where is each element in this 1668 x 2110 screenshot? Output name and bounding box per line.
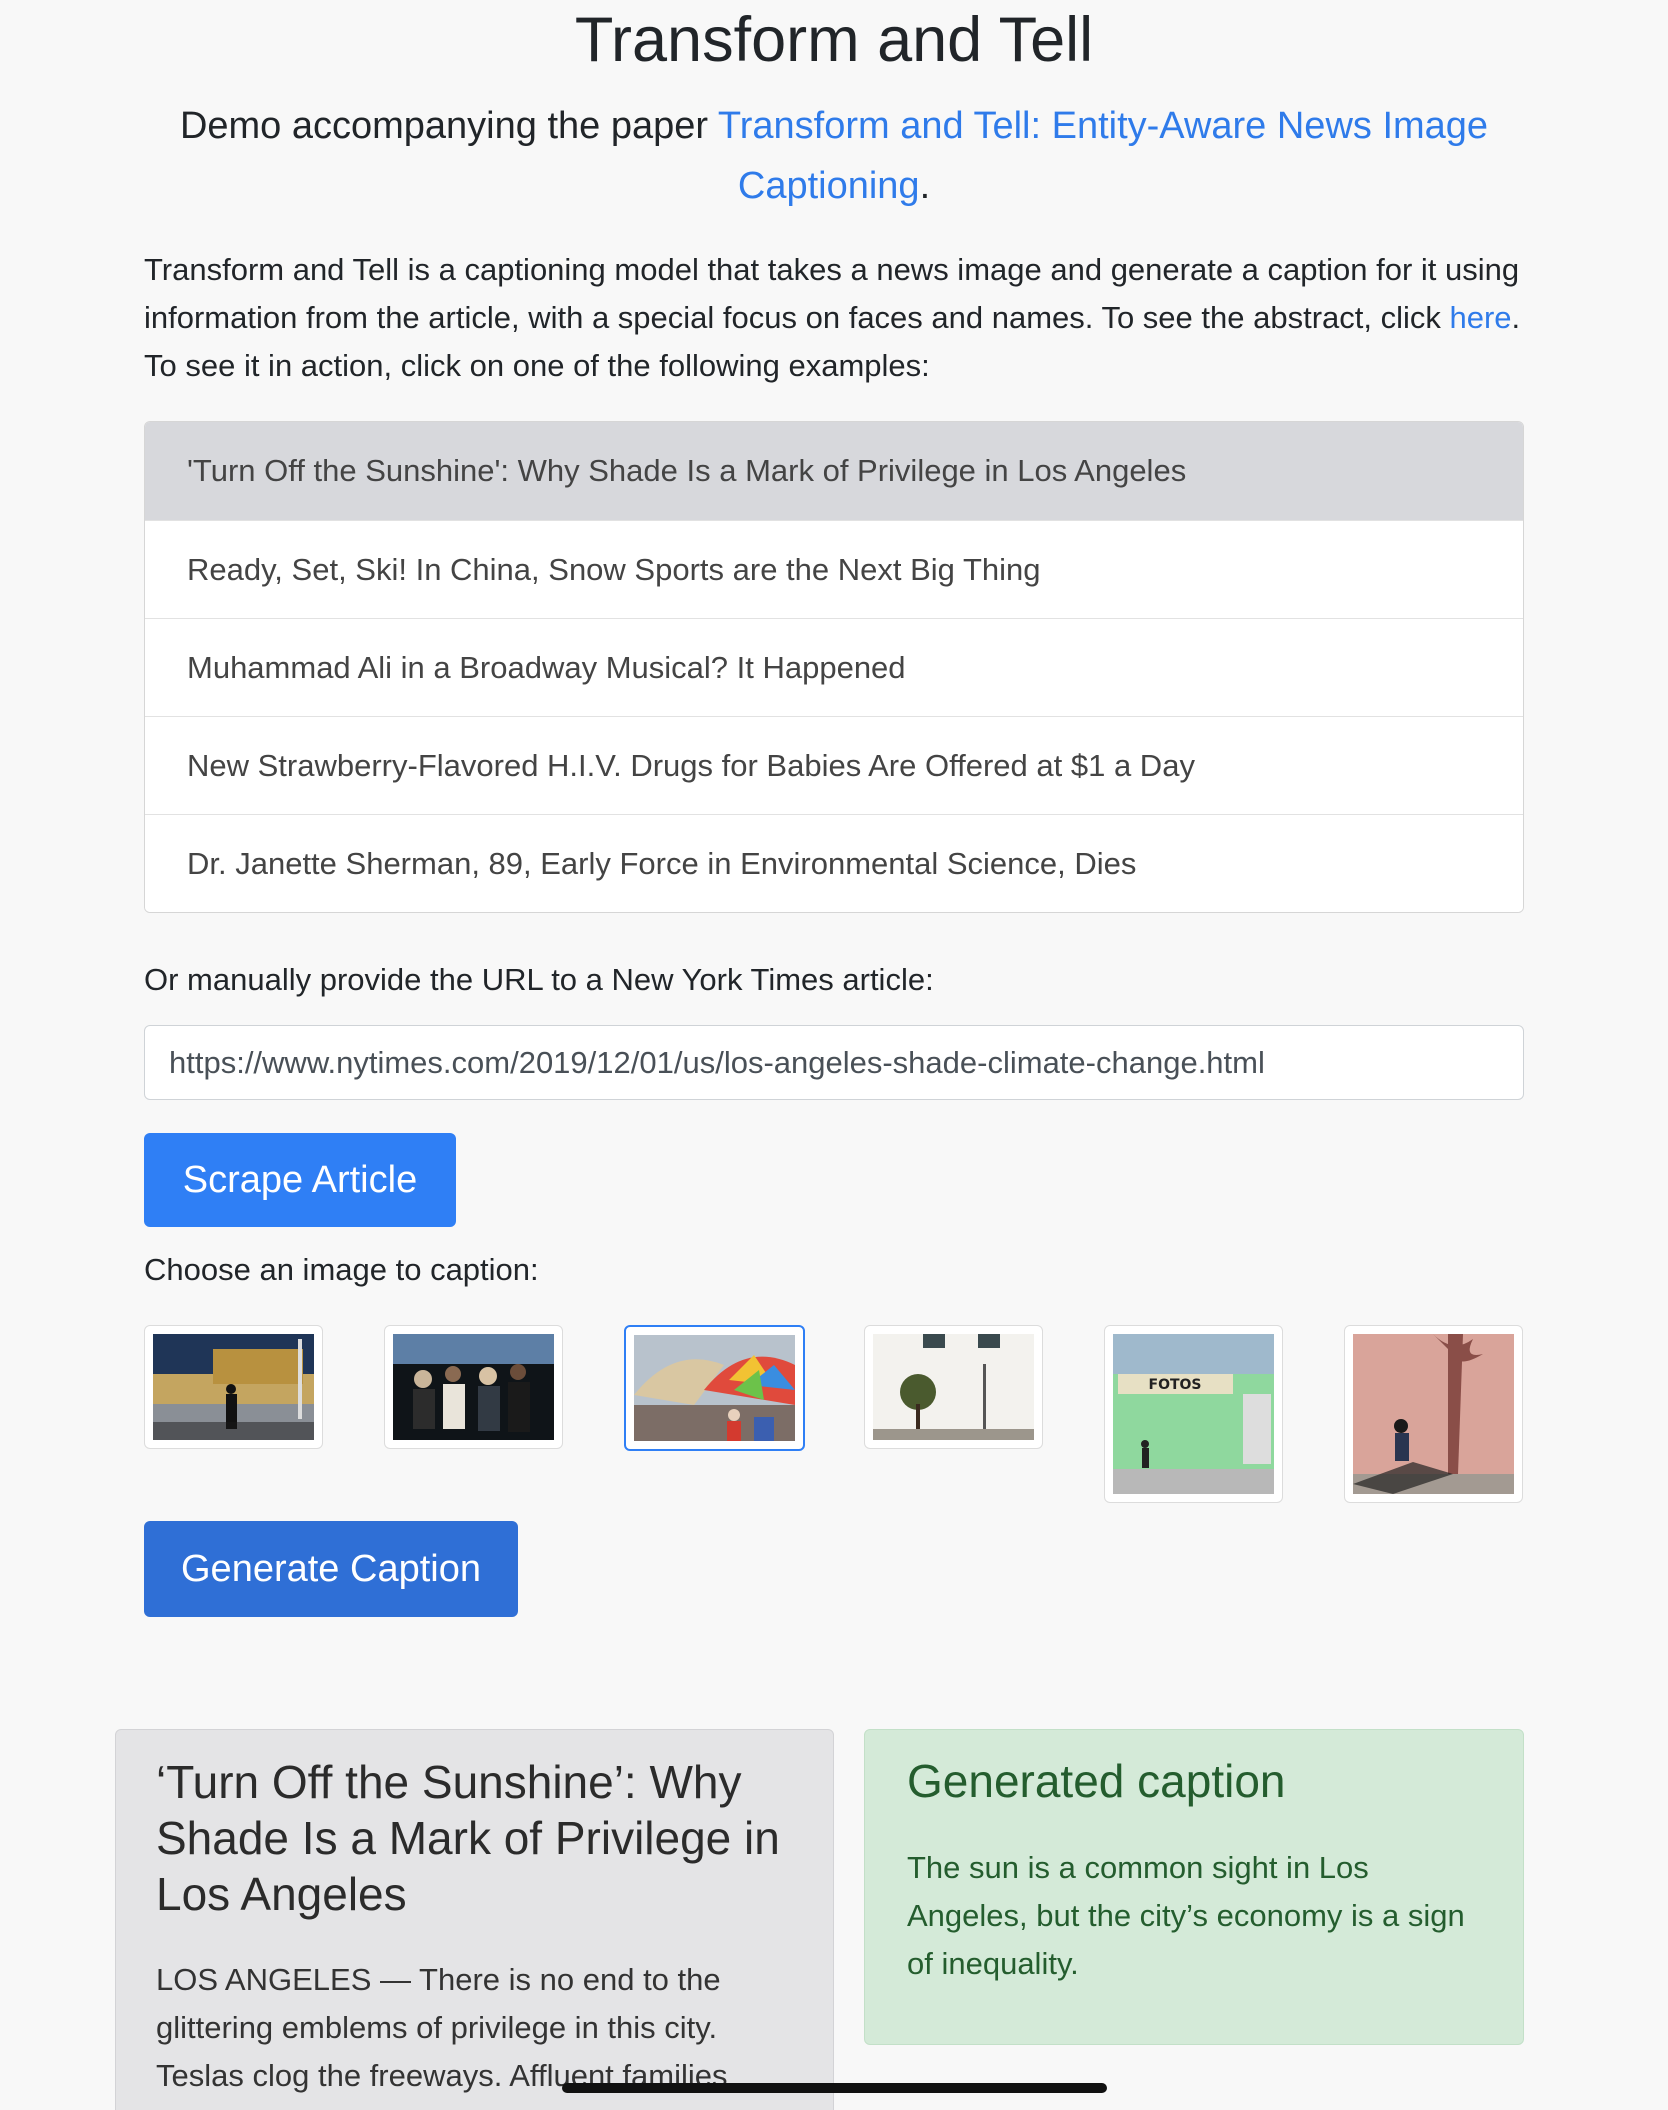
generated-caption-card: Generated caption The sun is a common si… — [864, 1729, 1524, 2045]
umbrellas-photo-image — [634, 1335, 795, 1441]
choose-image-label: Choose an image to caption: — [144, 1252, 539, 1287]
caption-heading: Generated caption — [907, 1755, 1286, 1807]
article-title: ‘Turn Off the Sunshine’: Why Shade Is a … — [156, 1756, 780, 1920]
caption-text: The sun is a common sight in Los Angeles… — [907, 1850, 1465, 1981]
home-indicator — [562, 2083, 1107, 2093]
subtitle-prefix: Demo accompanying the paper — [179, 105, 718, 147]
paper-link[interactable]: Transform and Tell: Entity-Aware News Im… — [718, 105, 1488, 207]
url-input[interactable] — [144, 1025, 1524, 1100]
example-item[interactable]: Muhammad Ali in a Broadway Musical? It H… — [145, 618, 1523, 716]
article-body: LOS ANGELES — There is no end to the gli… — [156, 1962, 728, 2093]
example-item[interactable]: Dr. Janette Sherman, 89, Early Force in … — [145, 814, 1523, 912]
fotos-sign-text: FOTOS — [1149, 1377, 1202, 1393]
example-item[interactable]: Ready, Set, Ski! In China, Snow Sports a… — [145, 520, 1523, 618]
image-thumbnail-4[interactable] — [864, 1325, 1043, 1449]
subtitle-suffix: . — [919, 165, 931, 207]
article-card: ‘Turn Off the Sunshine’: Why Shade Is a … — [115, 1729, 834, 2110]
building-photo-image — [873, 1334, 1034, 1440]
street-photo-image — [153, 1334, 314, 1440]
page-subtitle: Demo accompanying the paper Transform an… — [160, 96, 1508, 216]
generate-caption-button[interactable]: Generate Caption — [144, 1521, 518, 1617]
examples-list: 'Turn Off the Sunshine': Why Shade Is a … — [144, 421, 1524, 913]
url-label: Or manually provide the URL to a New Yor… — [144, 962, 934, 997]
scrape-article-button[interactable]: Scrape Article — [144, 1133, 456, 1227]
page-title: Transform and Tell — [574, 5, 1094, 75]
pink-wall-photo-image — [1353, 1334, 1514, 1494]
image-thumbnail-3[interactable] — [624, 1325, 805, 1451]
image-thumbnail-5[interactable]: FOTOS — [1104, 1325, 1283, 1503]
storefront-photo-image: FOTOS — [1113, 1334, 1274, 1494]
crowd-photo-image — [393, 1334, 554, 1440]
image-thumbnail-1[interactable] — [144, 1325, 323, 1449]
intro-paragraph: Transform and Tell is a captioning model… — [144, 246, 1524, 390]
intro-text-before: Transform and Tell is a captioning model… — [144, 252, 1520, 335]
example-item[interactable]: New Strawberry-Flavored H.I.V. Drugs for… — [145, 716, 1523, 814]
image-thumbnail-2[interactable] — [384, 1325, 563, 1449]
abstract-link[interactable]: here — [1450, 300, 1512, 335]
image-thumbnail-6[interactable] — [1344, 1325, 1523, 1503]
example-item[interactable]: 'Turn Off the Sunshine': Why Shade Is a … — [145, 422, 1523, 520]
page: Transform and Tell Demo accompanying the… — [0, 0, 1668, 2110]
